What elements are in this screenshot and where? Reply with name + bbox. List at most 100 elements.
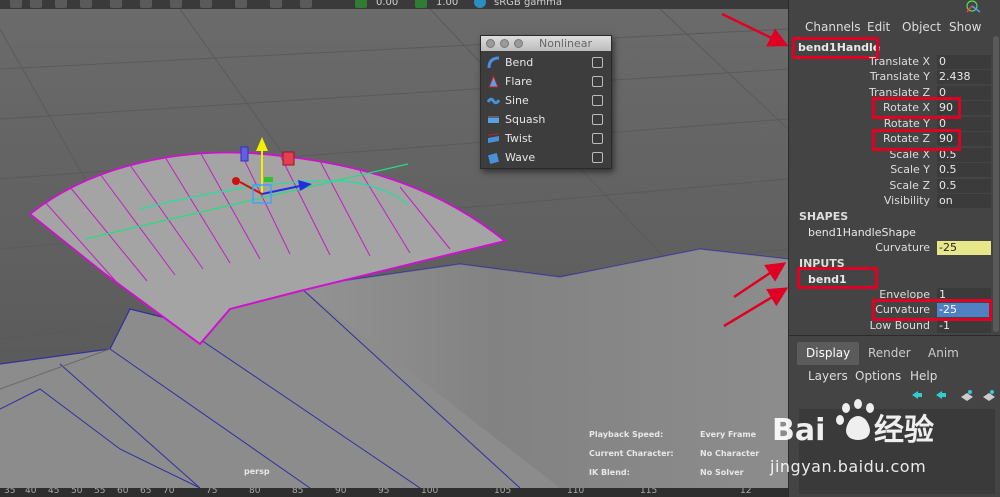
hud-current-character-value: No Character: [700, 449, 760, 458]
timeline-tick: 105: [494, 488, 512, 496]
nonlinear-titlebar[interactable]: Nonlinear: [481, 36, 611, 51]
timeline-tick: 95: [378, 488, 390, 496]
toolbar-icon[interactable]: [55, 0, 67, 8]
hud-ik-blend-label: IK Blend:: [589, 468, 630, 477]
attr-value-scale-z[interactable]: 0.5: [937, 179, 991, 193]
y-axis-arrow-icon[interactable]: [256, 137, 268, 151]
menu-edit[interactable]: Edit: [867, 20, 890, 34]
toolbar-field-1[interactable]: 0.00: [376, 0, 398, 8]
toolbar-icon[interactable]: [355, 0, 367, 8]
menu-options[interactable]: Options: [855, 369, 901, 383]
toolbar-field-2[interactable]: 1.00: [436, 0, 458, 8]
menu-layers[interactable]: Layers: [808, 369, 848, 383]
nonlinear-item-sine[interactable]: Sine: [481, 91, 611, 110]
nonlinear-title: Nonlinear: [539, 37, 593, 50]
menu-show[interactable]: Show: [949, 20, 981, 34]
option-box-checkbox[interactable]: [592, 114, 603, 125]
hud-playback-speed-value: Every Frame: [700, 430, 757, 439]
toolbar-icon[interactable]: [170, 0, 182, 8]
menu-object[interactable]: Object: [902, 20, 941, 34]
attr-label-scale-z[interactable]: Scale Z: [889, 179, 930, 192]
attr-label-translate-y[interactable]: Translate Y: [870, 70, 930, 83]
hud-ik-blend-value: No Solver: [700, 468, 744, 477]
timeline-tick: 55: [94, 488, 106, 496]
toolbar-icon[interactable]: [110, 0, 122, 8]
option-box-checkbox[interactable]: [592, 152, 603, 163]
camera-label: persp: [244, 467, 270, 476]
menu-help[interactable]: Help: [910, 369, 937, 383]
hud-playback-speed-label: Playback Speed:: [589, 430, 664, 439]
svg-text:Bai: Bai: [772, 413, 825, 448]
minimize-window-button[interactable]: [500, 39, 509, 48]
zoom-window-button[interactable]: [514, 39, 523, 48]
attr-value-translate-y[interactable]: 2.438: [937, 70, 991, 84]
timeline-tick: 110: [567, 488, 585, 496]
shapes-header: SHAPES: [799, 210, 849, 223]
option-box-checkbox[interactable]: [592, 95, 603, 106]
tab-render[interactable]: Render: [859, 342, 920, 365]
nonlinear-item-wave[interactable]: Wave: [481, 148, 611, 167]
attr-label-scale-y[interactable]: Scale Y: [890, 163, 930, 176]
shape-attr-label-curvature[interactable]: Curvature: [875, 241, 930, 254]
nonlinear-item-label: Sine: [505, 94, 529, 107]
shape-name[interactable]: bend1HandleShape: [808, 226, 916, 239]
squash-icon: [488, 116, 499, 123]
timeline-tick: 75: [206, 488, 218, 496]
toolbar-icon[interactable]: [300, 0, 312, 8]
toolbar-icon[interactable]: [235, 0, 247, 8]
annotation-box: [797, 267, 878, 289]
toolbar-icon[interactable]: [200, 0, 212, 8]
nonlinear-item-label: Wave: [505, 151, 536, 164]
toolbar-icon[interactable]: [140, 0, 152, 8]
close-window-button[interactable]: [486, 39, 495, 48]
flare-icon: [488, 75, 499, 88]
timeline-tick: 50: [71, 488, 83, 496]
toolbar-icon[interactable]: [10, 0, 22, 8]
timeline-tick: 40: [25, 488, 37, 496]
annotation-box: [872, 129, 961, 151]
option-box-checkbox[interactable]: [592, 57, 603, 68]
attr-label-translate-x[interactable]: Translate X: [869, 55, 930, 68]
nonlinear-item-bend[interactable]: Bend: [481, 53, 611, 72]
channel-box: Channels Edit Object Show bend1Handle Tr…: [788, 0, 1000, 335]
nonlinear-item-label: Twist: [505, 132, 532, 145]
tab-display[interactable]: Display: [797, 342, 860, 365]
timeline-tick: 100: [421, 488, 439, 496]
view-axis-icon: [966, 0, 981, 13]
bend-icon: [487, 56, 500, 69]
nonlinear-item-label: Bend: [505, 56, 534, 69]
nonlinear-item-label: Flare: [505, 75, 533, 88]
input-attr-value-low-bound[interactable]: -1: [937, 319, 991, 333]
nonlinear-item-flare[interactable]: Flare: [481, 72, 611, 91]
x-axis-arrow-icon[interactable]: [232, 177, 240, 185]
nonlinear-item-twist[interactable]: Twist: [481, 129, 611, 148]
attr-value-translate-x[interactable]: 0: [937, 55, 991, 69]
menu-channels[interactable]: Channels: [805, 20, 861, 34]
hud-current-character-label: Current Character:: [589, 449, 674, 458]
nonlinear-item-label: Squash: [505, 113, 546, 126]
channel-box-menubar: Channels Edit Object Show: [789, 20, 1000, 36]
toolbar-icon[interactable]: [30, 0, 42, 8]
tab-anim[interactable]: Anim: [919, 342, 968, 365]
toolbar-icon[interactable]: [80, 0, 92, 8]
attr-value-visibility[interactable]: on: [937, 194, 991, 208]
attr-label-visibility[interactable]: Visibility: [884, 194, 930, 207]
color-management-icon[interactable]: [474, 0, 486, 8]
nonlinear-item-squash[interactable]: Squash: [481, 110, 611, 129]
viewport-persp[interactable]: persp Playback Speed: Every Frame Curren…: [0, 9, 788, 488]
channel-box-scrollbar[interactable]: [993, 36, 999, 332]
attr-value-scale-y[interactable]: 0.5: [937, 163, 991, 177]
watermark-url: jingyan.baidu.com: [770, 457, 927, 476]
twist-icon: [487, 133, 500, 143]
annotation-box: [792, 37, 879, 59]
toolbar-icon[interactable]: [415, 0, 427, 8]
status-toolbar: 0.00 1.00 sRGB gamma: [0, 0, 788, 9]
color-space-field[interactable]: sRGB gamma: [494, 0, 562, 8]
shape-attr-value-curvature[interactable]: -25: [937, 241, 991, 255]
option-box-checkbox[interactable]: [592, 133, 603, 144]
toolbar-icon[interactable]: [270, 0, 282, 8]
annotation-box: [872, 299, 992, 321]
timeline-tick: 35: [4, 488, 16, 496]
time-slider[interactable]: 35 40 45 50 55 60 65 70 75 80 85 90 95 1…: [0, 488, 788, 497]
option-box-checkbox[interactable]: [592, 76, 603, 87]
